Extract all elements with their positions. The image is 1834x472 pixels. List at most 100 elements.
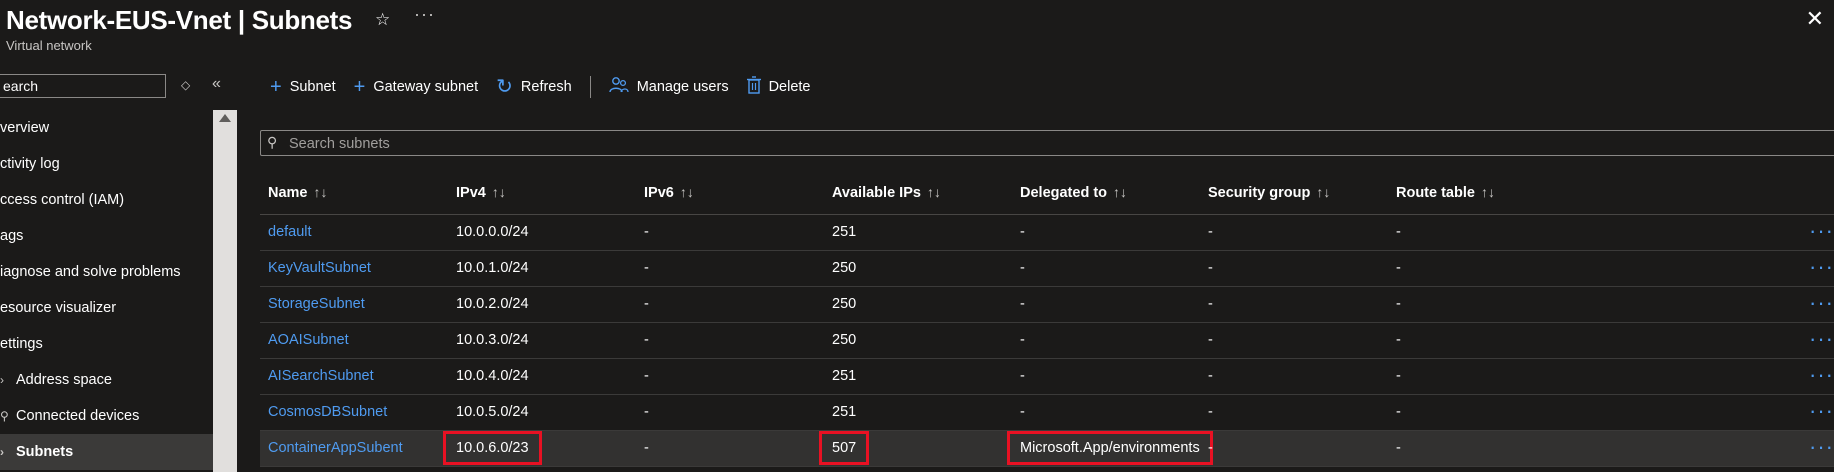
subnet-name-link[interactable]: default <box>268 224 312 240</box>
ellipsis-icon[interactable]: ··· <box>414 4 435 25</box>
row-more-icon[interactable]: ··· <box>1809 362 1834 388</box>
cell-route: - <box>1396 368 1401 384</box>
sidebar-item[interactable]: iagnose and solve problems <box>0 254 213 290</box>
sort-icon[interactable]: ↑↓ <box>1481 184 1495 200</box>
column-header[interactable]: Security group ↑↓ <box>1208 184 1330 201</box>
sort-icon[interactable]: ↑↓ <box>1113 184 1127 200</box>
row-more-icon[interactable]: ··· <box>1809 218 1834 244</box>
cell-ipv4: 10.0.3.0/24 <box>456 332 529 348</box>
cell-value: 251 <box>832 404 857 420</box>
subnet-name-link[interactable]: ContainerAppSubent <box>268 440 403 456</box>
sidebar-search-input[interactable] <box>0 74 166 98</box>
subnet-search-box[interactable]: ⚲ <box>260 130 1834 157</box>
table-row[interactable]: default 10.0.0.0/24 - 251 - - - ··· <box>260 215 1834 251</box>
sidebar-item[interactable]: esource visualizer <box>0 290 213 326</box>
column-header[interactable]: IPv4 ↑↓ <box>456 184 506 201</box>
scroll-up-icon[interactable] <box>219 114 231 122</box>
table-header: Name ↑↓ IPv4 ↑↓ IPv6 ↑↓ Available IPs ↑↓ Delegat… <box>260 174 1834 215</box>
add-subnet-label: Subnet <box>289 79 336 95</box>
row-more-icon[interactable]: ··· <box>1809 290 1834 316</box>
sidebar-item[interactable]: ⚲ Connected devices <box>0 398 213 434</box>
manage-users-button[interactable]: Manage users <box>608 76 729 98</box>
delete-button[interactable]: Delete <box>746 76 811 98</box>
chevron-right-icon: › <box>0 373 4 387</box>
sort-icon[interactable]: ↑↓ <box>492 184 506 200</box>
subnet-search-input[interactable] <box>287 131 1834 157</box>
cell-value: - <box>1020 404 1025 420</box>
plus-icon: + <box>270 76 282 98</box>
cell-ipv4: 10.0.2.0/24 <box>456 296 529 312</box>
sort-icon[interactable]: ↑↓ <box>927 184 941 200</box>
cell-value: - <box>1396 260 1401 276</box>
users-icon <box>608 76 629 98</box>
sidebar-item[interactable]: ctivity log <box>0 146 213 182</box>
cell-value: - <box>644 296 649 312</box>
row-more-icon[interactable]: ··· <box>1809 434 1834 460</box>
cell-value: - <box>1396 404 1401 420</box>
star-icon[interactable]: ☆ <box>375 10 390 30</box>
row-more-icon[interactable]: ··· <box>1809 326 1834 352</box>
cell-value: - <box>1208 224 1213 240</box>
table-row[interactable]: AOAISubnet 10.0.3.0/24 - 250 - - - ··· <box>260 323 1834 359</box>
cell-delegated: - <box>1020 296 1025 312</box>
table-row[interactable]: StorageSubnet 10.0.2.0/24 - 250 - - - ··· <box>260 287 1834 323</box>
column-header[interactable]: Available IPs ↑↓ <box>832 184 941 201</box>
table-row[interactable]: KeyVaultSubnet 10.0.1.0/24 - 250 - - - ··· <box>260 251 1834 287</box>
sort-toggle-icon[interactable]: ◇ <box>181 78 190 92</box>
add-subnet-button[interactable]: + Subnet <box>270 77 336 97</box>
column-header[interactable]: Delegated to ↑↓ <box>1020 184 1127 201</box>
subnet-name-link[interactable]: AISearchSubnet <box>268 368 374 384</box>
sidebar-scrollbar[interactable] <box>213 110 237 472</box>
cell-value: - <box>1020 260 1025 276</box>
cell-delegated: - <box>1020 260 1025 276</box>
subnet-name-link[interactable]: KeyVaultSubnet <box>268 260 371 276</box>
sort-icon[interactable]: ↑↓ <box>1316 184 1330 200</box>
sidebar-item-label: ctivity log <box>0 156 60 172</box>
collapse-sidebar-icon[interactable]: « <box>212 75 221 93</box>
column-header[interactable]: Route table ↑↓ <box>1396 184 1495 201</box>
page-title: Network-EUS-Vnet | Subnets <box>6 5 353 35</box>
cell-ipv6: - <box>644 296 649 312</box>
cell-value: - <box>1396 440 1401 456</box>
cell-value: - <box>644 260 649 276</box>
sidebar-item[interactable]: › Address space <box>0 362 213 398</box>
refresh-button[interactable]: ↻ Refresh <box>496 77 572 97</box>
sort-icon[interactable]: ↑↓ <box>680 184 694 200</box>
cell-value: 10.0.4.0/24 <box>456 368 529 384</box>
cell-value: - <box>644 332 649 348</box>
cell-nsg: - <box>1208 224 1213 240</box>
add-gateway-subnet-button[interactable]: + Gateway subnet <box>354 77 478 97</box>
cell-value: AOAISubnet <box>268 332 349 348</box>
row-more-icon[interactable]: ··· <box>1809 254 1834 280</box>
sidebar-item[interactable]: › Subnets <box>0 434 213 470</box>
close-icon[interactable]: ✕ <box>1806 6 1824 32</box>
column-header[interactable]: Name ↑↓ <box>268 184 328 201</box>
sidebar-item[interactable]: ettings <box>0 326 213 362</box>
cell-value: - <box>1020 368 1025 384</box>
table-row[interactable]: CosmosDBSubnet 10.0.5.0/24 - 251 - - - ··· <box>260 395 1834 431</box>
subnet-name-link[interactable]: CosmosDBSubnet <box>268 404 387 420</box>
subnet-name-link[interactable]: StorageSubnet <box>268 296 365 312</box>
sidebar-item[interactable]: ccess control (IAM) <box>0 182 213 218</box>
cell-value: 250 <box>832 296 857 312</box>
sidebar-item[interactable]: ags <box>0 218 213 254</box>
cell-delegated: - <box>1020 224 1025 240</box>
cell-nsg: - <box>1208 404 1213 420</box>
row-more-icon[interactable]: ··· <box>1809 398 1834 424</box>
sidebar-item[interactable]: verview <box>0 110 213 146</box>
cell-value: - <box>1208 404 1213 420</box>
cell-value: 10.0.2.0/24 <box>456 296 529 312</box>
sort-icon[interactable]: ↑↓ <box>314 184 328 200</box>
cell-ipv4: 10.0.5.0/24 <box>456 404 529 420</box>
cell-ipv4: 10.0.0.0/24 <box>456 224 529 240</box>
table-row[interactable]: AISearchSubnet 10.0.4.0/24 - 251 - - - ··· <box>260 359 1834 395</box>
cell-value: - <box>1208 368 1213 384</box>
subnet-name-link[interactable]: AOAISubnet <box>268 332 349 348</box>
table-row[interactable]: ContainerAppSubent 10.0.6.0/23 - 507 Microso… <box>260 431 1834 467</box>
table-body: default 10.0.0.0/24 - 251 - - - ··· KeyVaultSubn… <box>260 215 1834 467</box>
cell-nsg: - <box>1208 440 1213 456</box>
cell-value: 10.0.0.0/24 <box>456 224 529 240</box>
column-header[interactable]: IPv6 ↑↓ <box>644 184 694 201</box>
subnets-table: Name ↑↓ IPv4 ↑↓ IPv6 ↑↓ Available IPs ↑↓ Delegat… <box>260 174 1834 467</box>
cell-value: - <box>1020 296 1025 312</box>
